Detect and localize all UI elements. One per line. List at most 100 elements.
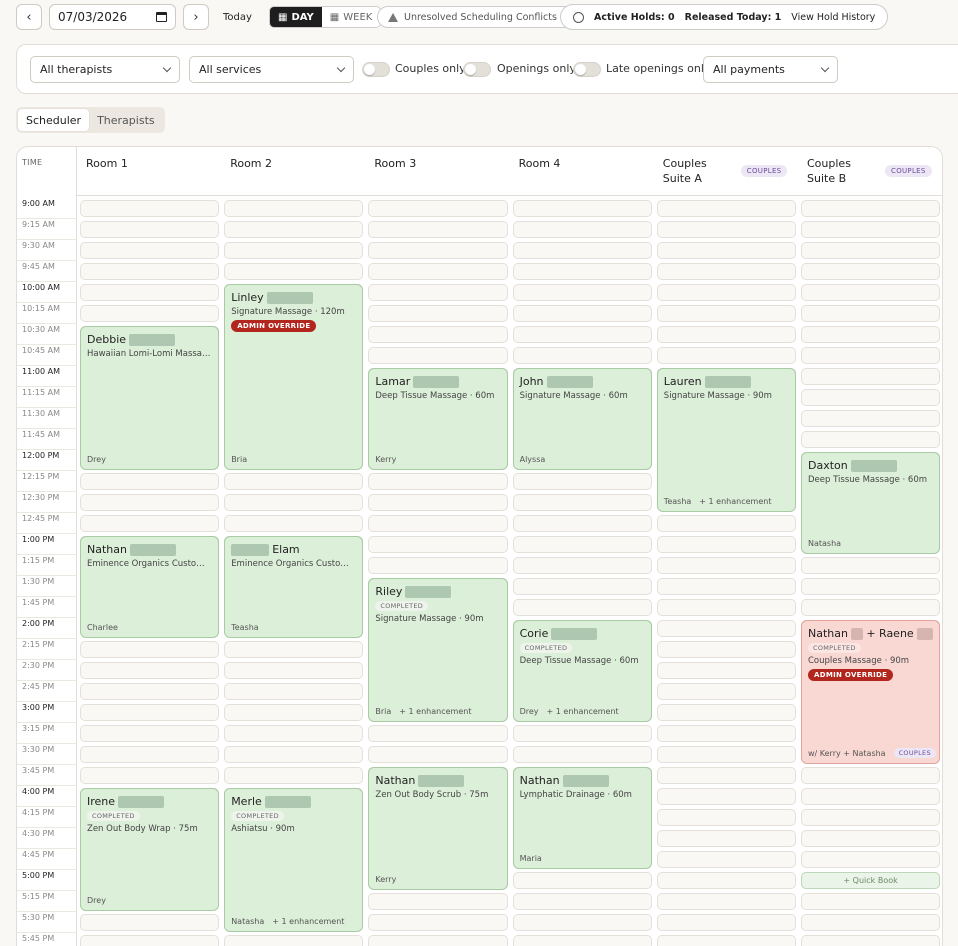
empty-slot[interactable] xyxy=(656,284,796,301)
empty-slot[interactable] xyxy=(368,494,508,511)
appointment-card[interactable]: Debbie Hawaiian Lomi-Lomi Massage… Drey xyxy=(80,326,220,470)
empty-slot[interactable] xyxy=(801,221,941,238)
empty-slot[interactable] xyxy=(801,557,941,574)
empty-slot[interactable] xyxy=(656,515,796,532)
empty-slot[interactable] xyxy=(512,872,652,889)
empty-slot[interactable] xyxy=(512,305,652,322)
empty-slot[interactable] xyxy=(368,263,508,280)
empty-slot[interactable] xyxy=(224,683,364,700)
appointment-card[interactable]: Daxton Deep Tissue Massage · 60m Natasha xyxy=(801,452,941,554)
empty-slot[interactable] xyxy=(512,347,652,364)
empty-slot[interactable] xyxy=(656,326,796,343)
appointment-card[interactable]: Nathan + Raene COMPLETED Couples Massage · … xyxy=(801,620,941,764)
empty-slot[interactable] xyxy=(512,326,652,343)
empty-slot[interactable] xyxy=(512,557,652,574)
empty-slot[interactable] xyxy=(512,284,652,301)
empty-slot[interactable] xyxy=(224,200,364,217)
empty-slot[interactable] xyxy=(80,704,220,721)
empty-slot[interactable] xyxy=(368,242,508,259)
empty-slot[interactable] xyxy=(512,536,652,553)
empty-slot[interactable] xyxy=(512,914,652,931)
empty-slot[interactable] xyxy=(368,557,508,574)
empty-slot[interactable] xyxy=(656,242,796,259)
empty-slot[interactable] xyxy=(368,536,508,553)
appointment-card[interactable]: Irene COMPLETED Zen Out Body Wrap · 75m Dre… xyxy=(80,788,220,911)
empty-slot[interactable] xyxy=(224,767,364,784)
empty-slot[interactable] xyxy=(80,242,220,259)
empty-slot[interactable] xyxy=(512,746,652,763)
empty-slot[interactable] xyxy=(80,746,220,763)
empty-slot[interactable] xyxy=(368,473,508,490)
empty-slot[interactable] xyxy=(512,221,652,238)
empty-slot[interactable] xyxy=(656,851,796,868)
empty-slot[interactable] xyxy=(656,683,796,700)
empty-slot[interactable] xyxy=(80,914,220,931)
empty-slot[interactable] xyxy=(656,893,796,910)
empty-slot[interactable] xyxy=(512,494,652,511)
appointment-card[interactable]: Corie COMPLETED Deep Tissue Massage · 60m D… xyxy=(512,620,652,722)
empty-slot[interactable] xyxy=(368,284,508,301)
empty-slot[interactable] xyxy=(80,515,220,532)
empty-slot[interactable] xyxy=(368,935,508,946)
prev-day-button[interactable]: ‹ xyxy=(16,4,42,30)
empty-slot[interactable] xyxy=(224,641,364,658)
empty-slot[interactable] xyxy=(80,662,220,679)
appointment-card[interactable]: Nathan Lymphatic Drainage · 60m Maria xyxy=(512,767,652,869)
empty-slot[interactable] xyxy=(512,578,652,595)
empty-slot[interactable] xyxy=(801,809,941,826)
empty-slot[interactable] xyxy=(512,200,652,217)
openings-only-toggle[interactable] xyxy=(463,62,491,77)
tab-therapists[interactable]: Therapists xyxy=(89,109,163,131)
empty-slot[interactable] xyxy=(368,305,508,322)
empty-slot[interactable] xyxy=(656,662,796,679)
empty-slot[interactable] xyxy=(80,221,220,238)
empty-slot[interactable] xyxy=(80,494,220,511)
appointment-card[interactable]: Nathan Eminence Organics Custom Fa… Charle… xyxy=(80,536,220,638)
appointment-card[interactable]: Linley Signature Massage · 120m ADMIN OVER… xyxy=(224,284,364,470)
empty-slot[interactable] xyxy=(801,830,941,847)
empty-slot[interactable] xyxy=(368,725,508,742)
empty-slot[interactable] xyxy=(368,221,508,238)
empty-slot[interactable] xyxy=(656,599,796,616)
empty-slot[interactable] xyxy=(656,935,796,946)
empty-slot[interactable] xyxy=(512,893,652,910)
empty-slot[interactable] xyxy=(368,326,508,343)
week-view-button[interactable]: ▦ WEEK xyxy=(321,7,381,27)
tab-scheduler[interactable]: Scheduler xyxy=(18,109,90,131)
empty-slot[interactable] xyxy=(224,935,364,946)
empty-slot[interactable] xyxy=(801,263,941,280)
empty-slot[interactable] xyxy=(801,284,941,301)
empty-slot[interactable] xyxy=(368,746,508,763)
service-select[interactable]: All services xyxy=(189,56,354,83)
empty-slot[interactable] xyxy=(368,200,508,217)
empty-slot[interactable] xyxy=(80,683,220,700)
empty-slot[interactable] xyxy=(368,893,508,910)
appointment-card[interactable]: Elam Eminence Organics Custom Fa… Teasha xyxy=(224,536,364,638)
empty-slot[interactable] xyxy=(801,347,941,364)
empty-slot[interactable] xyxy=(80,767,220,784)
empty-slot[interactable] xyxy=(656,200,796,217)
empty-slot[interactable] xyxy=(512,242,652,259)
empty-slot[interactable] xyxy=(656,221,796,238)
empty-slot[interactable] xyxy=(656,788,796,805)
empty-slot[interactable] xyxy=(656,914,796,931)
empty-slot[interactable] xyxy=(801,599,941,616)
next-day-button[interactable]: › xyxy=(183,4,209,30)
appointment-card[interactable]: Lauren Signature Massage · 90m Teasha + 1 e… xyxy=(656,368,796,512)
empty-slot[interactable] xyxy=(801,788,941,805)
empty-slot[interactable] xyxy=(80,200,220,217)
empty-slot[interactable] xyxy=(801,389,941,406)
today-button[interactable]: Today xyxy=(223,12,252,23)
empty-slot[interactable] xyxy=(80,284,220,301)
empty-slot[interactable] xyxy=(656,767,796,784)
appointment-card[interactable]: Merle COMPLETED Ashiatsu · 90m Natasha + 1 e… xyxy=(224,788,364,932)
empty-slot[interactable] xyxy=(801,578,941,595)
empty-slot[interactable] xyxy=(224,746,364,763)
empty-slot[interactable] xyxy=(656,305,796,322)
empty-slot[interactable] xyxy=(224,515,364,532)
empty-slot[interactable] xyxy=(80,935,220,946)
empty-slot[interactable] xyxy=(80,263,220,280)
empty-slot[interactable] xyxy=(801,326,941,343)
day-view-button[interactable]: ▦ DAY xyxy=(270,7,322,27)
empty-slot[interactable] xyxy=(224,704,364,721)
